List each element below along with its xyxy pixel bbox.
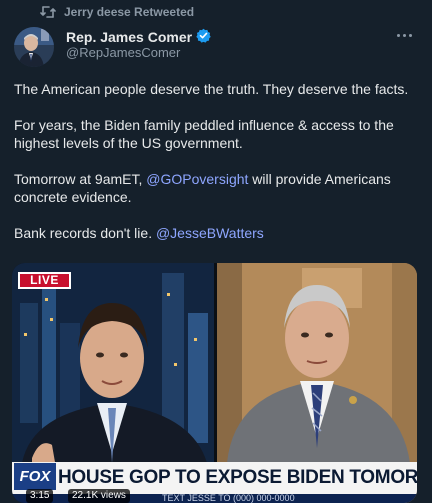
mention-link[interactable]: @JesseBWatters	[156, 225, 264, 241]
avatar[interactable]	[14, 27, 54, 67]
author-name[interactable]: Rep. James Comer	[66, 29, 192, 45]
live-badge: LIVE	[18, 272, 71, 289]
video-duration: 3:15	[26, 489, 54, 503]
tweet-paragraph: The American people deserve the truth. T…	[14, 81, 409, 97]
retweet-icon	[40, 5, 56, 19]
tweet-paragraph: Tomorrow at 9amET, @GOPoversight will pr…	[14, 170, 422, 206]
ticker-text: TEXT JESSE TO (000) 000-0000	[162, 493, 295, 503]
author-name-row[interactable]: Rep. James Comer	[66, 28, 211, 46]
author-handle[interactable]: @RepJamesComer	[66, 45, 180, 60]
tweet-paragraph: Bank records don't lie. @JesseBWatters	[14, 224, 422, 242]
more-dot-icon	[408, 33, 412, 37]
more-dot-icon	[402, 33, 406, 37]
tweet-paragraph: For years, the Biden family peddled infl…	[14, 117, 394, 151]
verified-badge-icon	[196, 28, 211, 46]
chyron-headline: HOUSE GOP TO EXPOSE BIDEN TOMORROW	[58, 467, 417, 488]
mention-link[interactable]: @GOPoversight	[146, 171, 248, 187]
more-dot-icon	[396, 33, 400, 37]
network-logo: FOX	[14, 463, 56, 490]
video-player[interactable]: LIVE FOX HOUSE GOP TO EXPOSE BIDEN TOMOR…	[12, 263, 417, 503]
more-options-button[interactable]	[394, 28, 414, 42]
video-views: 22.1K views	[68, 489, 130, 503]
tweet-text-fragment: Tomorrow at 9amET,	[14, 171, 147, 187]
tweet-text: The American people deserve the truth. T…	[14, 80, 422, 260]
retweet-context[interactable]: Jerry deese Retweeted	[40, 5, 194, 19]
retweet-label: Jerry deese Retweeted	[64, 5, 195, 19]
tweet-text-fragment: Bank records don't lie.	[14, 225, 156, 241]
